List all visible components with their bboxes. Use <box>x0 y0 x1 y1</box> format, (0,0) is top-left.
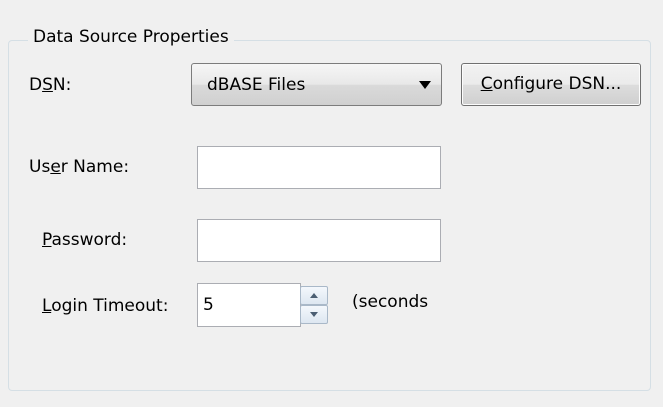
arrow-down-icon <box>310 312 318 317</box>
arrow-up-icon <box>310 293 318 298</box>
dsn-dropdown[interactable]: dBASE Files <box>191 63 442 106</box>
timeout-unit-label: (seconds <box>352 292 429 312</box>
username-label: User Name: <box>29 157 130 177</box>
login-timeout-input[interactable] <box>197 283 301 327</box>
dsn-label: DSN: <box>29 75 72 95</box>
spinner-down-button[interactable] <box>300 305 328 324</box>
dsn-selected-value: dBASE Files <box>207 75 306 95</box>
username-input[interactable] <box>197 146 441 189</box>
spinner-up-button[interactable] <box>300 286 328 305</box>
data-source-properties-panel: Data Source Properties DSN: dBASE Files … <box>0 0 663 407</box>
groupbox-title: Data Source Properties <box>28 23 234 51</box>
login-timeout-label: Login Timeout: <box>42 296 169 316</box>
chevron-down-icon <box>419 81 431 89</box>
password-input[interactable] <box>197 219 441 262</box>
password-label: Password: <box>42 230 128 250</box>
configure-dsn-button[interactable]: Configure DSN... <box>461 63 641 106</box>
login-timeout-spinner <box>300 284 330 326</box>
